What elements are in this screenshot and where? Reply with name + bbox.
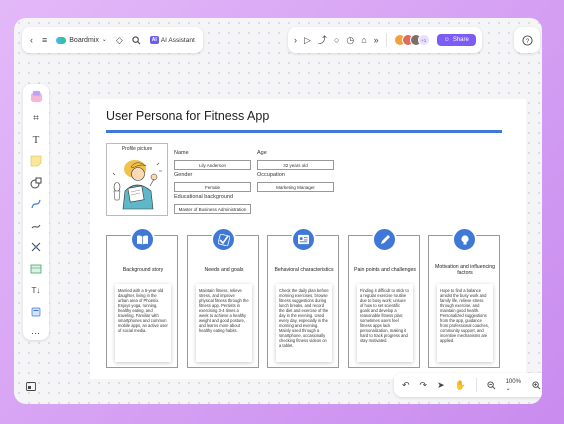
name-label: Name [174,150,189,156]
persona-illustration [112,160,162,210]
minimap-icon[interactable] [24,379,38,393]
card-title: Needs and goals [204,266,244,273]
name-field[interactable]: Lily Anderson [174,160,251,170]
upload-icon[interactable] [28,305,44,319]
more-chevron-icon[interactable]: » [374,35,379,45]
ai-assistant-label: AI Assistant [160,36,195,44]
bottom-toolbar: ↶ ↷ ➤ ✋ 100% ⌄ [394,373,542,397]
persona-board[interactable]: User Persona for Fitness App Profile pic… [90,99,526,379]
book-icon [130,227,155,252]
boardmix-logo-icon [56,36,67,44]
occupation-field[interactable]: Marketing Manager [257,182,334,192]
chevron-right-icon[interactable]: › [294,35,297,45]
cursor-icon[interactable]: ➤ [437,380,445,390]
card-title: Pain points and challenges [353,266,416,273]
hand-icon[interactable]: ✋ [455,380,466,390]
ai-assistant-button[interactable]: AI AI Assistant [149,36,195,44]
connector-icon[interactable] [28,198,44,212]
card-needs-goals[interactable]: Needs and goals Maintain fitness, reliev… [187,227,259,368]
back-icon[interactable]: ‹ [30,35,33,45]
zoom-value: 100% [505,378,521,385]
id-card-icon [291,227,316,252]
template-icon[interactable] [28,90,44,104]
card-behavioral[interactable]: Behavioral characteristics Check the dai… [267,227,339,368]
frame-icon[interactable]: ⌗ [28,112,44,126]
text-style-icon[interactable]: T↓ [28,284,44,298]
toolbar-divider [475,378,477,392]
left-toolbar: ⌗ T T↓ ⋯ [23,84,49,340]
pointer-icon[interactable]: ⤴ [318,35,327,45]
gender-label: Gender [174,172,193,178]
age-field[interactable]: 32 years old [257,160,334,170]
card-pain-points[interactable]: Pain points and challenges Finding it di… [348,227,420,368]
zoom-in-icon[interactable] [531,380,541,390]
share-button[interactable]: ☺ Share [436,34,476,46]
ai-badge: AI [149,36,159,44]
chevron-down-icon: ⌄ [101,37,107,43]
age-label: Age [257,150,267,156]
mindmap-icon[interactable] [28,241,44,255]
top-right-toolbar: › ▷ ⤴ ○ ◷ ⌂ » +1 ☺ Share [288,27,482,53]
user-plus-icon: ☺ [443,37,450,43]
undo-icon[interactable]: ↶ [402,380,410,390]
profile-picture-label: Profile picture [121,146,153,152]
card-title: Behavioral characteristics [274,266,334,273]
tag-icon[interactable]: ◇ [116,35,123,45]
card-body: Hope to find a balance amidst the busy w… [437,284,493,362]
education-field[interactable]: Master of Business Administration [174,204,251,214]
profile-picture-box[interactable]: Profile picture [106,143,168,216]
toolbar-divider [385,33,387,47]
search-icon[interactable] [132,35,141,45]
gender-field[interactable]: Female [174,182,251,192]
brand-label: Boardmix [69,36,99,44]
card-title: Background story [122,266,164,273]
redo-icon[interactable]: ↷ [420,380,428,390]
lightbulb-icon [452,227,477,252]
top-left-toolbar: ‹ ≡ Boardmix ⌄ ◇ AI AI Assistant [22,27,203,53]
zoom-level[interactable]: 100% ⌄ [506,379,522,392]
education-label: Educational background [174,194,234,200]
shapes-icon[interactable] [28,176,44,190]
collaborator-avatars[interactable]: +1 [393,34,430,46]
card-body: Married with a 5-year-old daughter, livi… [115,284,171,362]
share-label: Share [452,37,469,43]
svg-text:?: ? [525,37,529,44]
app-window: ‹ ≡ Boardmix ⌄ ◇ AI AI Assistant › ▷ ⤴ ○… [14,18,542,404]
vote-icon[interactable]: ⌂ [361,35,366,45]
help-button[interactable]: ? [514,27,540,53]
table-icon[interactable] [28,262,44,276]
page-title: User Persona for Fitness App [106,109,270,123]
card-body: Maintain fitness, relieve stress, and im… [196,284,252,362]
card-background-story[interactable]: Background story Married with a 5-year-o… [106,227,178,368]
occupation-label: Occupation [257,172,285,178]
timer-icon[interactable]: ◷ [346,35,354,45]
card-body: Check the daily plan before morning exer… [276,284,332,362]
card-motivation[interactable]: Motivation and influencing factors Hope … [428,227,500,368]
brand-button[interactable]: Boardmix ⌄ [56,36,107,44]
play-icon[interactable]: ▷ [304,35,311,45]
title-underline [106,130,502,133]
sticky-note-icon[interactable] [28,155,44,169]
zoom-out-icon[interactable] [487,380,496,390]
help-icon: ? [521,34,533,46]
checklist-icon [211,227,236,252]
more-tools-icon[interactable]: ⋯ [28,327,44,341]
pen-icon[interactable] [28,219,44,233]
pen-icon [372,227,397,252]
text-icon[interactable]: T [28,133,44,147]
card-title: Motivation and influencing factors [435,263,495,276]
menu-icon[interactable]: ≡ [42,35,47,45]
comment-icon[interactable]: ○ [334,35,339,45]
card-body: Finding it difficult to stick to a regul… [357,284,413,362]
avatar-more: +1 [417,34,430,46]
